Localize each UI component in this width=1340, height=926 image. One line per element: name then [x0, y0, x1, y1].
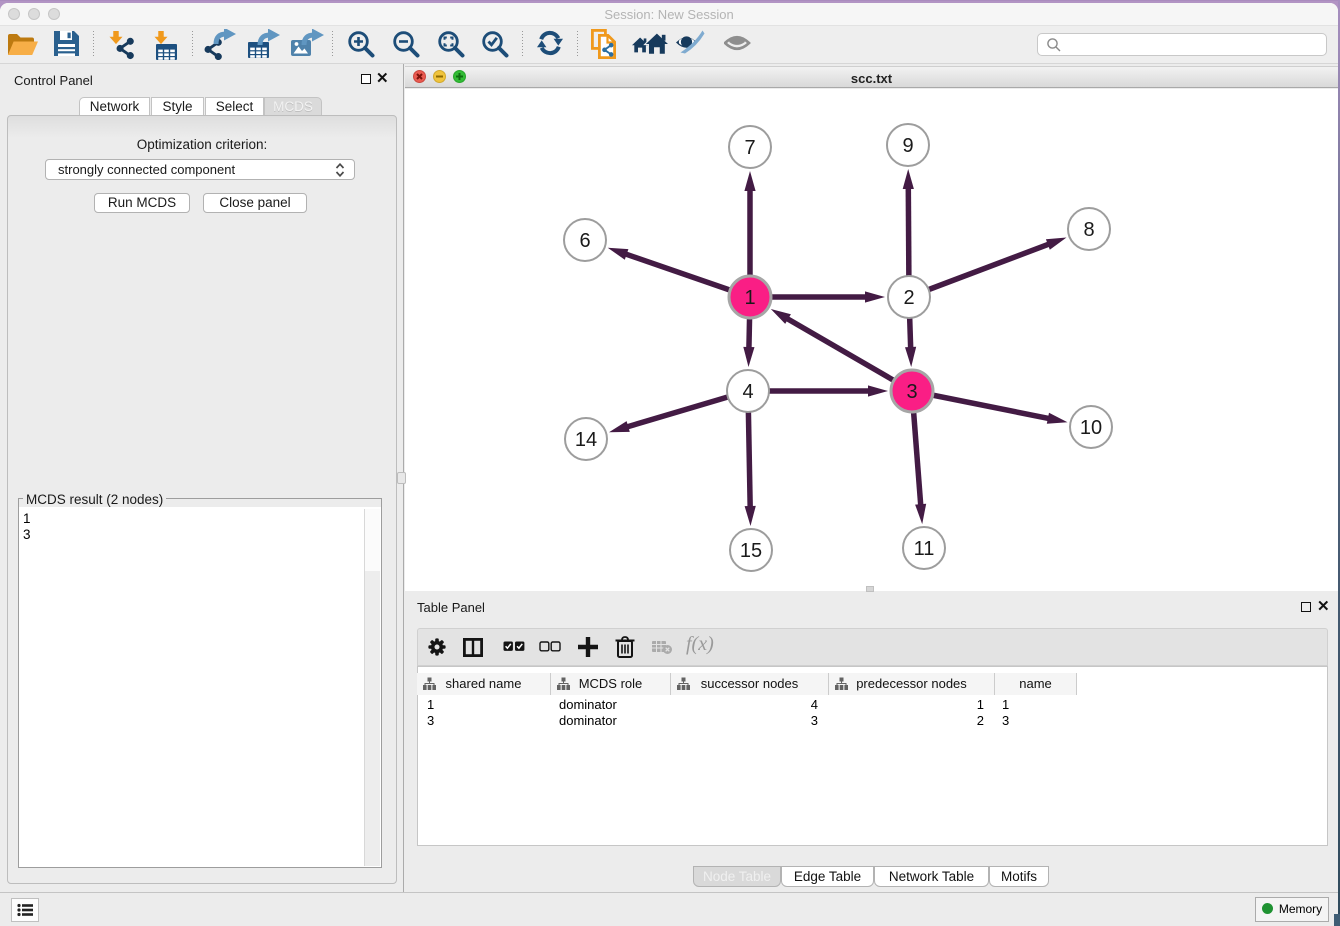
svg-text:8: 8 [1083, 219, 1094, 241]
svg-text:7: 7 [744, 137, 755, 159]
svg-text:1: 1 [744, 287, 755, 309]
svg-text:9: 9 [902, 135, 913, 157]
svg-text:4: 4 [742, 381, 753, 403]
svg-text:3: 3 [906, 381, 917, 403]
svg-text:2: 2 [903, 287, 914, 309]
svg-text:6: 6 [579, 230, 590, 252]
svg-text:14: 14 [575, 429, 597, 451]
svg-text:15: 15 [740, 540, 762, 562]
svg-text:11: 11 [914, 538, 935, 560]
svg-text:10: 10 [1080, 417, 1102, 439]
